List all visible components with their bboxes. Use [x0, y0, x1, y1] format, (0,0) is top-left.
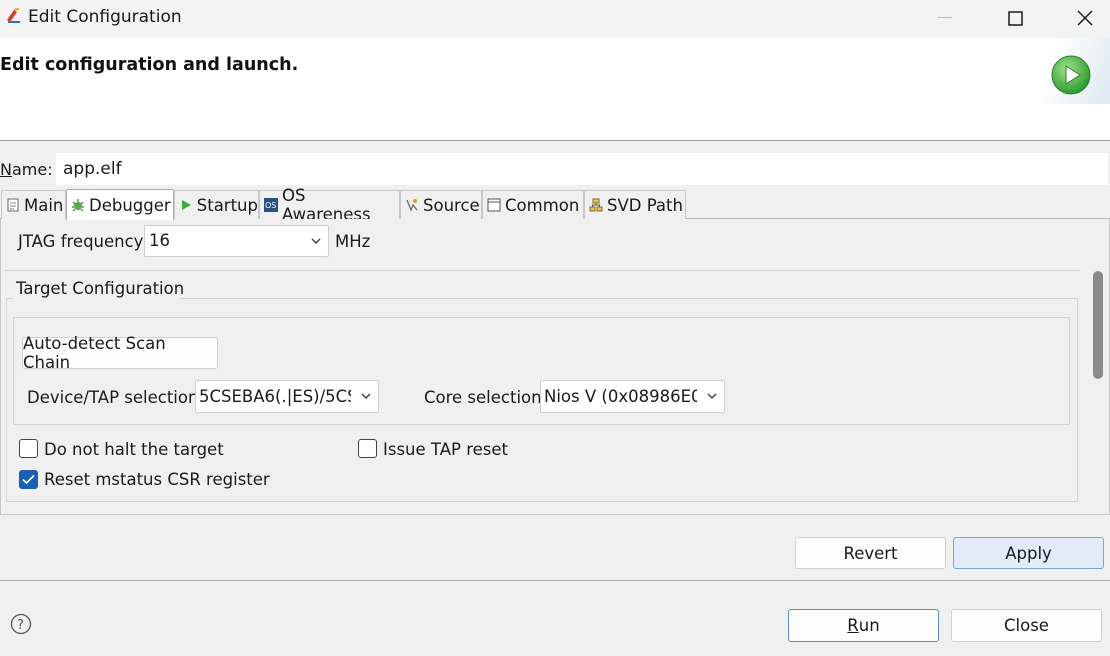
main-tab-icon [6, 198, 20, 212]
device-tap-label: Device/TAP selection [27, 388, 199, 407]
dialog-header: Edit configuration and launch. [0, 38, 1110, 140]
group-border-right [180, 298, 1078, 299]
checkmark-icon [22, 474, 35, 485]
core-selection-select[interactable]: Nios V (0x08986E0( [540, 380, 725, 413]
tab-common[interactable]: Common [482, 190, 584, 219]
tap-reset-label: Issue TAP reset [383, 440, 508, 459]
tap-reset-checkbox[interactable] [358, 439, 377, 458]
run-play-icon [1050, 54, 1092, 96]
device-tap-select[interactable]: 5CSEBA6(.|ES)/5CSE [195, 380, 379, 413]
tab-label: Debugger [89, 195, 171, 215]
jtag-frequency-select[interactable]: 16 [144, 225, 329, 257]
tab-startup[interactable]: Startup [174, 190, 259, 219]
startup-play-icon [179, 198, 193, 212]
tab-label: Common [505, 195, 580, 215]
autodetect-scan-chain-button[interactable]: Auto-detect Scan Chain [22, 334, 218, 372]
tab-os-awareness[interactable]: OS OS Awareness [259, 186, 400, 224]
os-awareness-icon: OS [264, 198, 278, 212]
tab-svd-path[interactable]: SVD Path [584, 190, 686, 219]
no-halt-checkbox[interactable] [19, 439, 38, 458]
source-icon [405, 198, 419, 212]
tab-label: Source [423, 195, 480, 215]
header-separator [0, 140, 1110, 141]
close-window-button[interactable] [1062, 0, 1108, 36]
maximize-button[interactable] [992, 0, 1038, 36]
chevron-down-icon [707, 393, 717, 399]
apply-button[interactable]: Apply [953, 537, 1104, 569]
tab-label: Main [24, 195, 64, 215]
jtag-frequency-value: 16 [149, 231, 170, 250]
target-configuration-label: Target Configuration [14, 279, 187, 298]
no-halt-label: Do not halt the target [44, 440, 224, 459]
jtag-unit-label: MHz [335, 232, 371, 251]
header-title: Edit configuration and launch. [0, 55, 299, 75]
tab-main[interactable]: Main [1, 190, 66, 219]
name-label: Name: [0, 160, 53, 179]
tab-label: SVD Path [607, 195, 683, 215]
svd-path-icon [589, 198, 603, 212]
title-bar: Edit Configuration [0, 0, 1110, 38]
debugger-bug-icon [71, 198, 85, 212]
svg-text:?: ? [17, 618, 24, 633]
svg-text:OS: OS [265, 201, 276, 210]
eclipse-launch-icon [5, 7, 23, 25]
chevron-down-icon [361, 393, 371, 399]
core-selection-label: Core selection [424, 388, 542, 407]
minimize-button[interactable] [922, 0, 968, 36]
common-icon [487, 198, 501, 212]
scrollbar-thumb[interactable] [1093, 271, 1103, 379]
close-button[interactable]: Close [951, 609, 1102, 642]
revert-button[interactable]: Revert [795, 537, 946, 569]
core-selection-value: Nios V (0x08986E0( [544, 387, 697, 406]
device-tap-value: 5CSEBA6(.|ES)/5CSE [199, 387, 351, 406]
footer-separator [0, 580, 1110, 581]
help-icon[interactable]: ? [10, 613, 32, 635]
window-title: Edit Configuration [28, 7, 182, 27]
name-field[interactable]: app.elf [56, 153, 1108, 185]
tab-source[interactable]: Source [400, 190, 482, 219]
reset-mstatus-label: Reset mstatus CSR register [44, 470, 270, 489]
reset-mstatus-checkbox[interactable] [19, 470, 38, 489]
chevron-down-icon [311, 238, 321, 244]
tab-label: Startup [196, 195, 258, 215]
tab-debugger[interactable]: Debugger [66, 189, 174, 220]
run-button[interactable]: Run [788, 609, 939, 642]
group-divider [5, 270, 1080, 271]
jtag-frequency-label: JTAG frequency [18, 232, 144, 251]
group-border-left [6, 298, 13, 299]
